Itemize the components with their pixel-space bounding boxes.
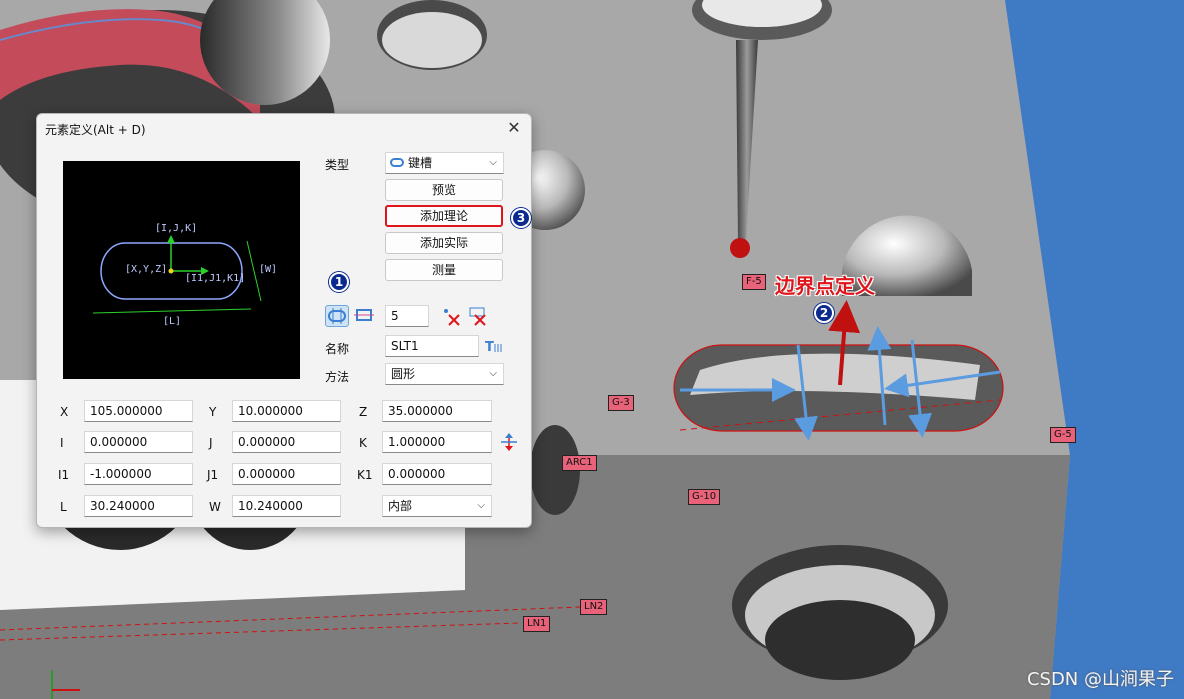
- text-label-icon[interactable]: T: [483, 336, 507, 358]
- center-point: [168, 268, 174, 274]
- method-select-value: 圆形: [391, 367, 416, 381]
- probe-tip: [730, 238, 750, 258]
- slot-icon: [390, 158, 404, 167]
- delete-point-icon[interactable]: [441, 306, 465, 328]
- i1-label: I1: [58, 468, 70, 482]
- type-select-value: 键槽: [408, 156, 433, 170]
- l-dimension: [92, 308, 252, 314]
- j1-input[interactable]: 0.000000: [232, 463, 341, 485]
- boundary-points-rect-icon[interactable]: [353, 305, 377, 327]
- measure-button[interactable]: 测量: [385, 259, 503, 281]
- bottom-hole-inner: [765, 600, 915, 680]
- k1-label: K1: [357, 468, 373, 482]
- add-theoretical-button[interactable]: 添加理论: [385, 205, 503, 227]
- svg-text:T: T: [485, 340, 494, 355]
- i1-input[interactable]: -1.000000: [84, 463, 193, 485]
- l-label: L: [60, 500, 67, 514]
- j-input[interactable]: 0.000000: [232, 431, 341, 453]
- callout-1: 1: [329, 272, 349, 292]
- boundary-points-slot-icon[interactable]: [325, 305, 349, 327]
- k-input[interactable]: 1.000000: [382, 431, 492, 453]
- scene-label-g3[interactable]: G-3: [608, 395, 634, 411]
- label-w: [W]: [259, 264, 277, 275]
- dialog-titlebar[interactable]: 元素定义(Alt + D) ✕: [37, 114, 531, 142]
- top-hole-floor: [382, 12, 482, 68]
- i-input[interactable]: 0.000000: [84, 431, 193, 453]
- k-label: K: [359, 436, 367, 450]
- x-input[interactable]: 105.000000: [84, 400, 193, 422]
- z-label: Z: [359, 405, 368, 419]
- close-icon[interactable]: ✕: [503, 117, 525, 139]
- callout-3: 3: [511, 208, 531, 228]
- slot-diagram: [I,J,K] [X,Y,Z] [I1,J1,K1] [W] [L]: [92, 223, 277, 327]
- scene-label-ln1[interactable]: LN1: [523, 616, 551, 632]
- chevron-down-icon: ⌵: [489, 368, 497, 379]
- boundary-point-annotation: 边界点定义: [775, 274, 875, 298]
- scene-label-ln2[interactable]: LN2: [580, 599, 608, 615]
- y-label: Y: [209, 405, 217, 419]
- w-label: W: [209, 500, 221, 514]
- inside-outside-select[interactable]: 内部 ⌵: [382, 495, 492, 517]
- z-input[interactable]: 35.000000: [382, 400, 492, 422]
- slot-preview-diagram: [I,J,K] [X,Y,Z] [I1,J1,K1] [W] [L]: [63, 161, 300, 379]
- element-definition-dialog: 元素定义(Alt + D) ✕ [I,J,K] [X,Y,Z] [I1,J1,K…: [36, 113, 532, 528]
- j1-label: J1: [207, 468, 219, 482]
- chevron-down-icon: ⌵: [477, 500, 485, 511]
- preview-button[interactable]: 预览: [385, 179, 503, 201]
- name-input[interactable]: SLT1: [385, 335, 479, 357]
- type-label: 类型: [325, 158, 350, 172]
- label-ijk1: [I1,J1,K1]: [185, 273, 245, 284]
- i-label: I: [60, 436, 64, 450]
- point-count-input[interactable]: 5: [385, 305, 429, 327]
- scene-label-f5[interactable]: F-5: [742, 274, 766, 290]
- method-select[interactable]: 圆形 ⌵: [385, 363, 504, 385]
- l-input[interactable]: 30.240000: [84, 495, 193, 517]
- scene-label-arc1[interactable]: ARC1: [562, 455, 597, 471]
- scene-label-g10[interactable]: G-10: [688, 489, 721, 505]
- x-label: X: [60, 405, 69, 419]
- k1-input[interactable]: 0.000000: [382, 463, 492, 485]
- name-label: 名称: [325, 342, 350, 356]
- dialog-title: 元素定义(Alt + D): [45, 123, 146, 137]
- callout-2: 2: [814, 303, 834, 323]
- y-input[interactable]: 10.000000: [232, 400, 341, 422]
- w-input[interactable]: 10.240000: [232, 495, 341, 517]
- j-label: J: [209, 436, 213, 450]
- chevron-down-icon: ⌵: [489, 157, 497, 168]
- method-label: 方法: [325, 370, 350, 384]
- label-ijk: [I,J,K]: [155, 223, 197, 234]
- label-l: [L]: [163, 316, 181, 327]
- ijk-arrowhead: [167, 235, 175, 243]
- scene-label-g5[interactable]: G-5: [1050, 427, 1076, 443]
- flip-vector-icon[interactable]: [498, 431, 522, 453]
- add-actual-button[interactable]: 添加实际: [385, 232, 503, 254]
- clear-points-icon[interactable]: [467, 306, 491, 328]
- type-select[interactable]: 键槽 ⌵: [385, 152, 504, 174]
- label-xyz: [X,Y,Z]: [125, 264, 167, 275]
- inside-outside-value: 内部: [388, 499, 413, 513]
- watermark: CSDN @山涧果子: [1026, 669, 1174, 690]
